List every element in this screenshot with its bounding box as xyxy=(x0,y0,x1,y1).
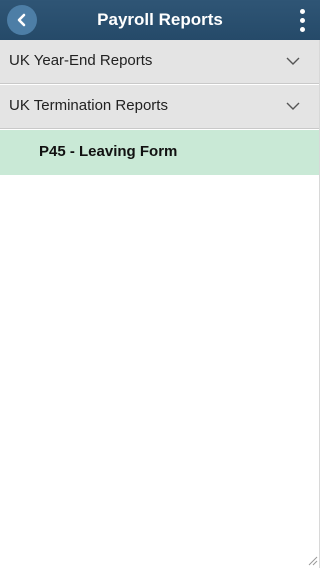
page-title: Payroll Reports xyxy=(97,10,223,29)
page-header: Payroll Reports xyxy=(0,0,320,40)
section-uk-termination-reports[interactable]: UK Termination Reports xyxy=(0,85,320,129)
resize-grip-icon[interactable] xyxy=(306,554,318,566)
section-label: UK Year-End Reports xyxy=(9,52,153,69)
chevron-down-icon xyxy=(286,102,300,110)
kebab-menu-icon[interactable] xyxy=(292,4,312,36)
list-item-p45-leaving-form[interactable]: P45 - Leaving Form xyxy=(0,130,320,175)
section-uk-year-end-reports[interactable]: UK Year-End Reports xyxy=(0,40,320,84)
list-item-label: P45 - Leaving Form xyxy=(39,143,178,160)
chevron-down-icon xyxy=(286,57,300,65)
section-label: UK Termination Reports xyxy=(9,97,168,114)
